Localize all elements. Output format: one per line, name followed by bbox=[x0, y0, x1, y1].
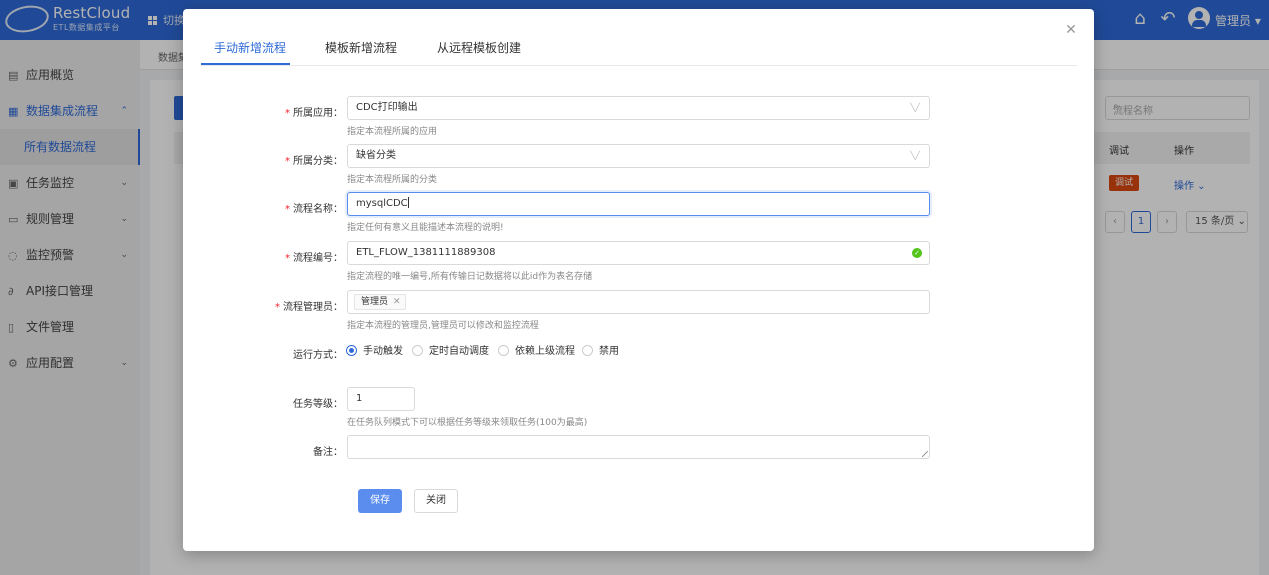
level-value: 1 bbox=[356, 393, 363, 404]
manager-select[interactable]: 管理员 ✕ bbox=[347, 290, 930, 314]
flow-id-value: ETL_FLOW_1381111889308 bbox=[356, 247, 496, 258]
tab-remote-template[interactable]: 从远程模板创建 bbox=[437, 39, 521, 56]
radio-icon bbox=[346, 345, 357, 356]
tab-template-new[interactable]: 模板新增流程 bbox=[325, 39, 397, 56]
resize-handle[interactable] bbox=[922, 451, 928, 457]
manager-help: 指定本流程的管理员,管理员可以修改和监控流程 bbox=[347, 321, 539, 331]
flow-name-value: mysqlCDC bbox=[356, 198, 408, 209]
radio-label: 手动触发 bbox=[363, 346, 403, 357]
app-value: CDC打印输出 bbox=[356, 102, 418, 113]
remark-textarea[interactable] bbox=[347, 435, 930, 459]
manager-tag: 管理员 ✕ bbox=[354, 294, 406, 310]
chevron-down-icon: ╲╱ bbox=[910, 151, 920, 160]
category-select[interactable]: 缺省分类 ╲╱ bbox=[347, 144, 930, 168]
radio-icon bbox=[412, 345, 423, 356]
text-cursor bbox=[407, 197, 409, 208]
radio-scheduled[interactable]: 定时自动调度 bbox=[412, 345, 489, 359]
radio-icon bbox=[498, 345, 509, 356]
category-value: 缺省分类 bbox=[356, 150, 396, 161]
manager-label: * 流程管理员： bbox=[275, 302, 343, 313]
radio-label: 禁用 bbox=[599, 346, 619, 357]
app-label: * 所属应用： bbox=[285, 108, 343, 119]
active-tab-indicator bbox=[201, 63, 290, 65]
save-button[interactable]: 保存 bbox=[358, 489, 402, 513]
flow-name-label: * 流程名称： bbox=[285, 204, 343, 215]
category-label: * 所属分类： bbox=[285, 156, 343, 167]
remark-label: 备注： bbox=[313, 447, 343, 458]
manager-tag-label: 管理员 bbox=[361, 297, 389, 307]
flow-id-help: 指定流程的唯一编号,所有传输日记数据将以此id作为表名存储 bbox=[347, 272, 593, 282]
run-mode-label: 运行方式： bbox=[293, 350, 343, 361]
level-input[interactable]: 1 bbox=[347, 387, 415, 411]
radio-manual-trigger[interactable]: 手动触发 bbox=[346, 345, 403, 359]
app-help: 指定本流程所属的应用 bbox=[347, 127, 438, 137]
radio-disabled[interactable]: 禁用 bbox=[582, 345, 619, 359]
radio-icon bbox=[582, 345, 593, 356]
tab-manual-new[interactable]: 手动新增流程 bbox=[214, 39, 286, 56]
category-help: 指定本流程所属的分类 bbox=[347, 175, 438, 185]
radio-label: 依赖上级流程 bbox=[515, 346, 575, 357]
flow-name-help: 指定任何有意义且能描述本流程的说明! bbox=[347, 223, 504, 233]
dialog-tabs: 手动新增流程 模板新增流程 从远程模板创建 bbox=[201, 9, 1077, 66]
flow-id-input[interactable]: ETL_FLOW_1381111889308 ✓ bbox=[347, 241, 930, 265]
new-flow-dialog: ✕ 手动新增流程 模板新增流程 从远程模板创建 * 所属应用： CDC打印输出 ╲╱… bbox=[183, 9, 1094, 551]
level-label: 任务等级： bbox=[293, 399, 343, 410]
flow-id-label: * 流程编号： bbox=[285, 253, 343, 264]
remove-tag-icon[interactable]: ✕ bbox=[393, 297, 401, 307]
flow-name-input[interactable]: mysqlCDC bbox=[347, 192, 930, 216]
app-select[interactable]: CDC打印输出 ╲╱ bbox=[347, 96, 930, 120]
radio-label: 定时自动调度 bbox=[429, 346, 489, 357]
close-button[interactable]: 关闭 bbox=[414, 489, 458, 513]
level-help: 在任务队列模式下可以根据任务等级来领取任务(100为最高) bbox=[347, 418, 588, 428]
check-circle-icon: ✓ bbox=[912, 248, 922, 258]
chevron-down-icon: ╲╱ bbox=[910, 103, 920, 112]
radio-depends-upstream[interactable]: 依赖上级流程 bbox=[498, 345, 575, 359]
